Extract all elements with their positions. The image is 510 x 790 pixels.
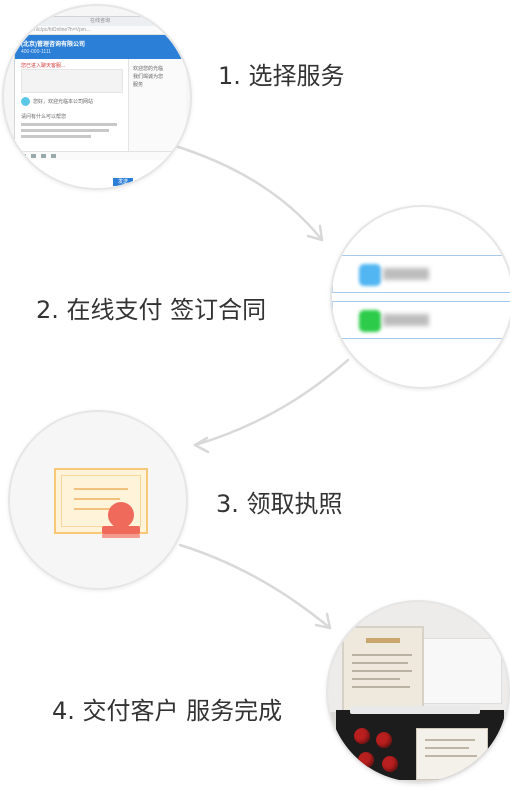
side-text: 欢迎您的光临: [133, 66, 164, 72]
step-2-label: 2. 在线支付 签订合同: [36, 296, 267, 324]
license-copy: [416, 728, 488, 780]
blurred-payment-name: [383, 314, 429, 326]
certificate-icon: [54, 468, 148, 534]
chat-window: 在线咨询 cs.com/c/pc/hiOnline?h=Vpm... (北京)管…: [14, 16, 186, 188]
seal-box-lid: [350, 706, 480, 714]
license-line: [352, 654, 412, 656]
alipay-icon: [359, 264, 381, 286]
payment-option-wechat: [332, 301, 510, 339]
chat-window-header: (北京)管理咨询有限公司 400-000-1111: [15, 35, 185, 59]
license-line: [352, 686, 410, 688]
screenshot-icon: [51, 154, 56, 158]
license-title-bar: [366, 638, 400, 643]
step3-license-image: [8, 410, 188, 590]
send-button: 发送: [113, 178, 133, 186]
seal-base-edge: [102, 534, 140, 538]
step4-delivery-photo: [326, 600, 510, 784]
emoji-icon: [21, 154, 26, 158]
stamp-icon: [382, 756, 398, 772]
blurred-payment-name: [383, 268, 429, 280]
chat-text-bar: [21, 123, 117, 126]
license-line: [352, 662, 408, 664]
seal-icon: [108, 502, 134, 528]
arrow-2-to-3-head: [193, 436, 210, 454]
photo-board: [420, 638, 502, 704]
chat-line: 您已进入聊天客服...: [21, 63, 66, 69]
license-line: [352, 670, 412, 672]
side-text: 服务: [133, 82, 144, 88]
stamp-icon: [376, 732, 392, 748]
chat-messages: 您已进入聊天客服... 您好，欢迎光临本公司网站 请问有什么可以帮您: [15, 59, 127, 151]
license-line: [425, 755, 477, 757]
chat-window-title: 在线咨询: [15, 17, 185, 26]
payment-option-alipay: [332, 255, 510, 293]
seal-base: [102, 526, 140, 534]
license-line: [425, 747, 469, 749]
company-phone: 400-000-1111: [21, 49, 52, 55]
license-line: [352, 678, 400, 680]
chat-text-bar: [21, 129, 109, 132]
chat-card: [21, 69, 123, 93]
step1-service-chat-image: 在线咨询 cs.com/c/pc/hiOnline?h=Vpm... (北京)管…: [2, 4, 192, 190]
arrow-3-to-4: [178, 543, 332, 630]
arrow-1-to-2: [170, 143, 324, 242]
avatar: [21, 97, 30, 106]
certificate-line: [74, 508, 110, 510]
license-line: [425, 739, 475, 741]
chat-window-url: cs.com/c/pc/hiOnline?h=Vpm...: [15, 26, 185, 35]
wechat-pay-icon: [359, 310, 381, 332]
side-text: 我们竭诚为您: [133, 74, 164, 80]
stamp-icon: [354, 728, 370, 744]
step-1-label: 1. 选择服务: [218, 62, 345, 90]
certificate-line: [74, 488, 128, 490]
chat-line: 您好，欢迎光临本公司网站: [33, 99, 94, 105]
chat-line: 请问有什么可以帮您: [21, 114, 67, 120]
chat-side-panel: 欢迎您的光临 我们竭诚为您 服务: [128, 59, 186, 151]
step-4-label: 4. 交付客户 服务完成: [52, 697, 283, 725]
certificate-line: [74, 498, 120, 500]
company-name: (北京)管理咨询有限公司: [21, 42, 85, 48]
stamp-icon: [358, 752, 374, 768]
step-3-label: 3. 领取执照: [216, 490, 343, 518]
image-icon: [31, 154, 36, 158]
step2-payment-image: [330, 205, 510, 389]
arrow-2-to-3: [193, 358, 350, 447]
file-icon: [41, 154, 46, 158]
chat-text-bar: [21, 135, 91, 138]
chat-input: 发送: [15, 160, 185, 188]
